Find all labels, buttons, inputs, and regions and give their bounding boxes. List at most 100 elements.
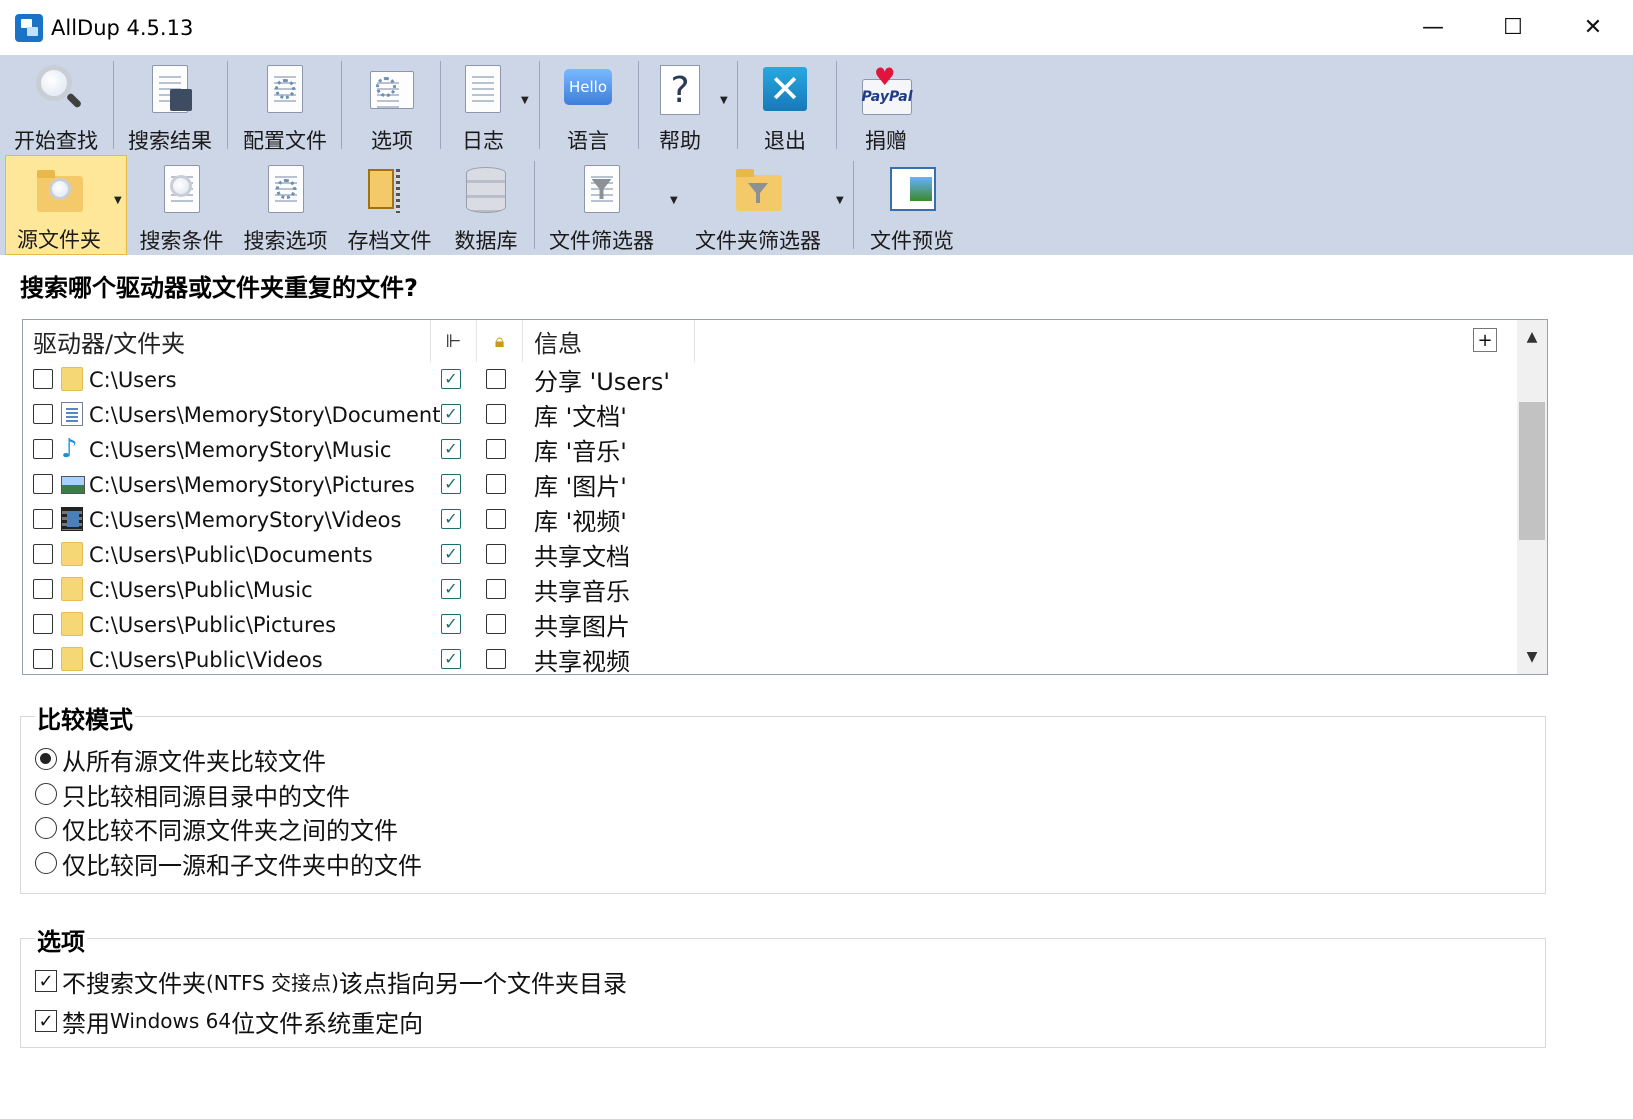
- folder-info: 共享音乐: [534, 578, 630, 606]
- file-filter-tab[interactable]: 文件筛选器: [544, 155, 659, 255]
- protect-checkbox[interactable]: [486, 579, 506, 599]
- folder-icon: [61, 367, 83, 391]
- include-checkbox[interactable]: [33, 649, 53, 669]
- subfolders-checkbox[interactable]: ✓: [441, 474, 461, 494]
- help-dropdown-arrow[interactable]: ▼: [720, 95, 728, 106]
- subfolders-checkbox[interactable]: ✓: [441, 649, 461, 669]
- table-row[interactable]: C:\Users\Public\Videos ✓ 共享视频: [23, 642, 1513, 674]
- source-folder-icon: [33, 164, 85, 218]
- compare-source-subfolders-radio[interactable]: 仅比较同一源和子文件夹中的文件: [35, 846, 422, 880]
- scrollbar-thumb[interactable]: [1519, 402, 1545, 540]
- title-bar: AllDup 4.5.13 — ☐ ✕: [0, 0, 1633, 55]
- profile-icon: [259, 63, 311, 119]
- language-button[interactable]: Hello 语言: [552, 55, 624, 155]
- search-criteria-icon: [156, 163, 208, 219]
- radio-button[interactable]: [35, 817, 57, 839]
- search-results-button[interactable]: 搜索结果: [120, 55, 220, 155]
- folder-filter-tab[interactable]: 文件夹筛选器: [688, 155, 828, 255]
- protect-checkbox[interactable]: [486, 369, 506, 389]
- include-checkbox[interactable]: [33, 439, 53, 459]
- compare-all-folders-radio[interactable]: 从所有源文件夹比较文件: [35, 742, 326, 776]
- subfolders-checkbox[interactable]: ✓: [441, 544, 461, 564]
- table-row[interactable]: C:\Users\Public\Pictures ✓ 共享图片: [23, 607, 1513, 642]
- subfolders-checkbox[interactable]: ✓: [441, 579, 461, 599]
- checkbox[interactable]: ✓: [35, 970, 57, 992]
- scroll-down-icon[interactable]: ▼: [1517, 642, 1547, 672]
- protect-checkbox[interactable]: [486, 474, 506, 494]
- list-scrollbar[interactable]: ▲ ▼: [1517, 320, 1547, 674]
- toolbar-label: 搜索条件: [139, 229, 224, 253]
- options-button[interactable]: 选项: [352, 55, 432, 155]
- disable-fs-redirection-checkbox[interactable]: ✓ 禁用 Windows 64 位文件系统重定向: [35, 1004, 423, 1038]
- compare-same-folder-radio[interactable]: 只比较相同源目录中的文件: [35, 777, 350, 811]
- add-folder-button[interactable]: +: [1473, 328, 1497, 352]
- include-checkbox[interactable]: [33, 579, 53, 599]
- protect-checkbox[interactable]: [486, 614, 506, 634]
- folder-info: 库 '图片': [534, 473, 627, 501]
- scroll-up-icon[interactable]: ▲: [1517, 322, 1547, 352]
- database-tab[interactable]: 数据库: [446, 155, 526, 255]
- include-checkbox[interactable]: [33, 404, 53, 424]
- protect-checkbox[interactable]: [486, 404, 506, 424]
- folder-filter-dropdown-arrow[interactable]: ▼: [836, 195, 844, 206]
- search-options-icon: [260, 163, 312, 219]
- radio-button[interactable]: [35, 852, 57, 874]
- protect-checkbox[interactable]: [486, 509, 506, 529]
- log-dropdown-arrow[interactable]: ▼: [521, 95, 529, 106]
- donate-button[interactable]: PayPal ♥ 捐赠: [850, 55, 922, 155]
- search-results-icon: [144, 63, 196, 119]
- search-options-tab[interactable]: 搜索选项: [238, 155, 333, 255]
- table-row[interactable]: C:\Users\MemoryStory\Videos ✓ 库 '视频': [23, 502, 1513, 537]
- subfolders-checkbox[interactable]: ✓: [441, 404, 461, 424]
- folder-icon: [61, 542, 83, 566]
- file-filter-dropdown-arrow[interactable]: ▼: [670, 195, 678, 206]
- skip-junction-points-checkbox[interactable]: ✓ 不搜索文件夹 (NTFS 交接点) 该点指向另一个文件夹目录: [35, 964, 627, 998]
- help-button[interactable]: ? 帮助: [645, 55, 715, 155]
- folder-icon: [61, 647, 83, 671]
- subfolders-checkbox[interactable]: ✓: [441, 439, 461, 459]
- folder-info: 共享图片: [534, 613, 630, 641]
- subfolders-checkbox[interactable]: ✓: [441, 369, 461, 389]
- log-button[interactable]: 日志: [448, 55, 518, 155]
- file-filter-icon: [576, 163, 628, 219]
- include-checkbox[interactable]: [33, 614, 53, 634]
- maximize-button[interactable]: ☐: [1473, 0, 1553, 55]
- table-row[interactable]: C:\Users\MemoryStory\Documents ✓ 库 '文档': [23, 397, 1513, 432]
- checkbox[interactable]: ✓: [35, 1010, 57, 1032]
- subfolder-column-icon[interactable]: ⊩: [431, 320, 477, 362]
- protect-checkbox[interactable]: [486, 649, 506, 669]
- profile-button[interactable]: 配置文件: [235, 55, 335, 155]
- minimize-button[interactable]: —: [1393, 0, 1473, 55]
- compare-different-folders-radio[interactable]: 仅比较不同源文件夹之间的文件: [35, 811, 398, 845]
- table-row[interactable]: C:\Users\Public\Documents ✓ 共享文档: [23, 537, 1513, 572]
- lock-column-icon[interactable]: 🔒︎: [477, 320, 523, 362]
- file-preview-tab[interactable]: 文件预览: [864, 155, 960, 255]
- search-criteria-tab[interactable]: 搜索条件: [134, 155, 229, 255]
- subfolders-checkbox[interactable]: ✓: [441, 614, 461, 634]
- include-checkbox[interactable]: [33, 544, 53, 564]
- include-checkbox[interactable]: [33, 369, 53, 389]
- table-row[interactable]: C:\Users\Public\Music ✓ 共享音乐: [23, 572, 1513, 607]
- source-folders-tab[interactable]: 源文件夹: [5, 155, 127, 255]
- include-checkbox[interactable]: [33, 509, 53, 529]
- archive-files-tab[interactable]: 存档文件: [342, 155, 437, 255]
- document-icon: [61, 402, 83, 426]
- table-row[interactable]: ♪ C:\Users\MemoryStory\Music ✓ 库 '音乐': [23, 432, 1513, 467]
- radio-button[interactable]: [35, 748, 57, 770]
- radio-button[interactable]: [35, 783, 57, 805]
- log-icon: [457, 63, 509, 119]
- include-checkbox[interactable]: [33, 474, 53, 494]
- protect-checkbox[interactable]: [486, 439, 506, 459]
- source-folders-dropdown-arrow[interactable]: ▼: [114, 195, 122, 206]
- exit-button[interactable]: ✕ 退出: [750, 55, 820, 155]
- subfolders-checkbox[interactable]: ✓: [441, 509, 461, 529]
- column-header-path[interactable]: 驱动器/文件夹: [23, 320, 431, 362]
- column-header-info[interactable]: 信息: [523, 320, 695, 362]
- help-icon: ?: [654, 63, 706, 119]
- start-search-button[interactable]: 开始查找: [6, 55, 106, 155]
- table-row[interactable]: C:\Users ✓ 分享 'Users': [23, 362, 1513, 397]
- protect-checkbox[interactable]: [486, 544, 506, 564]
- source-folder-list[interactable]: 驱动器/文件夹 ⊩ 🔒︎ 信息 + C:\Users ✓ 分享 'Users' …: [22, 319, 1548, 675]
- close-window-button[interactable]: ✕: [1553, 0, 1633, 55]
- table-row[interactable]: C:\Users\MemoryStory\Pictures ✓ 库 '图片': [23, 467, 1513, 502]
